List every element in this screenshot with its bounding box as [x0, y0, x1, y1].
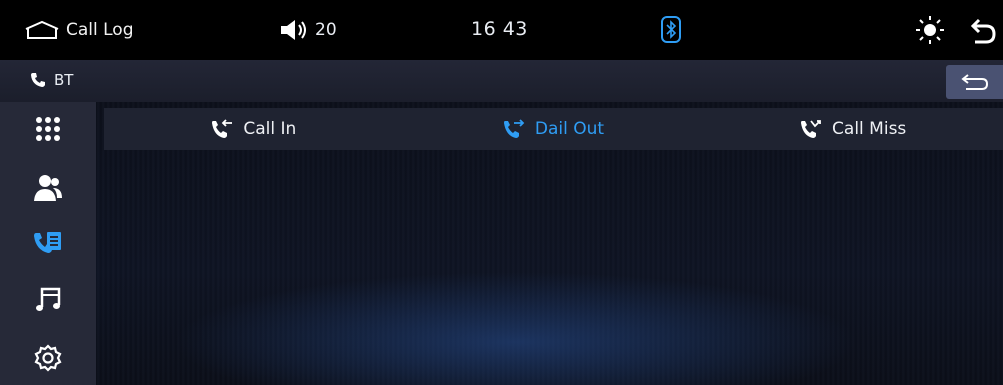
tab-dail-out-label: Dail Out — [534, 119, 605, 139]
back-icon[interactable] — [970, 17, 998, 45]
missed-call-icon — [801, 120, 821, 138]
tab-call-miss-label: Call Miss — [832, 119, 907, 139]
call-log-icon — [34, 232, 61, 253]
brightness-icon[interactable] — [915, 15, 945, 45]
tab-dail-out[interactable]: Dail Out — [404, 108, 704, 150]
call-log-tabs: Call In Dail Out Call Miss — [104, 108, 1003, 150]
status-bar: Call Log 20 16 43 — [0, 0, 1003, 60]
bt-label: BT — [54, 71, 74, 89]
incoming-call-icon — [212, 119, 233, 138]
sidebar-item-music[interactable] — [0, 272, 96, 326]
bluetooth-icon[interactable] — [661, 16, 681, 43]
contacts-icon — [34, 175, 62, 201]
tab-call-miss[interactable]: Call Miss — [703, 108, 1003, 150]
speaker-icon — [281, 20, 306, 40]
home-icon — [25, 20, 59, 39]
return-icon — [960, 74, 988, 90]
volume-indicator[interactable]: 20 — [279, 18, 337, 42]
tab-call-in-label: Call In — [243, 119, 297, 139]
bt-bar: BT — [0, 60, 1003, 102]
tab-call-in[interactable]: Call In — [104, 108, 404, 150]
page-title: Call Log — [66, 20, 134, 40]
music-icon — [36, 287, 61, 311]
return-button[interactable] — [946, 65, 1003, 99]
sidebar-item-call-log[interactable] — [0, 217, 96, 271]
clock: 16 43 — [471, 18, 528, 40]
sidebar — [0, 102, 96, 385]
outgoing-call-icon — [503, 119, 525, 138]
call-log-panel: Call In Dail Out Call Miss — [96, 102, 1003, 385]
dialpad-icon — [36, 117, 60, 141]
sidebar-item-settings[interactable] — [0, 331, 96, 385]
bt-status: BT — [30, 71, 73, 89]
phone-icon — [31, 73, 45, 87]
sidebar-item-dialpad[interactable] — [0, 102, 96, 156]
sidebar-item-contacts[interactable] — [0, 161, 96, 215]
settings-icon — [34, 344, 62, 372]
volume-level: 20 — [315, 20, 337, 40]
home-button[interactable]: Call Log — [24, 20, 134, 40]
